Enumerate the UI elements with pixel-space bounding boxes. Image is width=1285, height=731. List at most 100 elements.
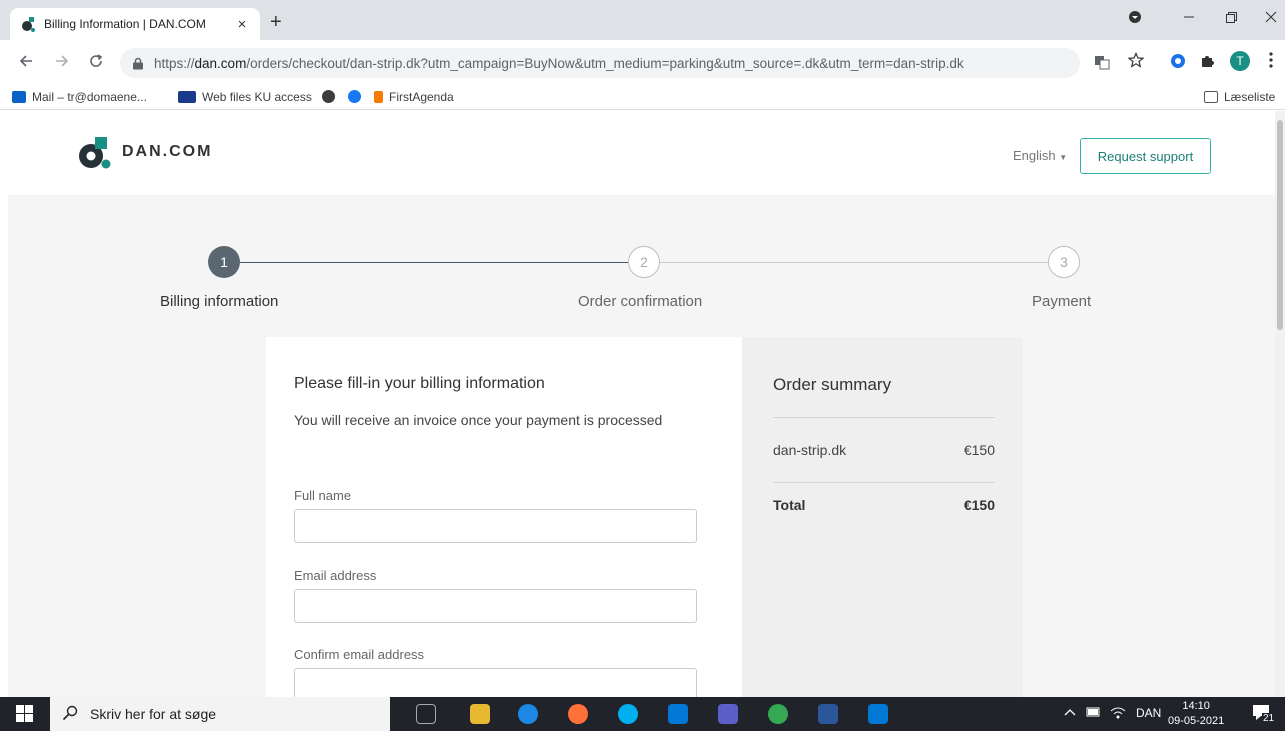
word-icon[interactable] <box>818 704 838 724</box>
logo-text: DAN.COM <box>122 143 213 160</box>
scrollbar-thumb[interactable] <box>1277 120 1283 330</box>
summary-divider <box>773 482 995 483</box>
full-name-input[interactable] <box>294 509 697 543</box>
task-view-icon[interactable] <box>416 704 436 724</box>
new-tab-button[interactable]: + <box>270 12 282 32</box>
wifi-icon[interactable] <box>1110 706 1126 723</box>
step-1-label: Billing information <box>160 293 279 310</box>
confirm-email-label: Confirm email address <box>294 647 425 662</box>
taskbar-search[interactable]: Skriv her for at søge <box>50 697 390 731</box>
browser-tab[interactable]: Billing Information | DAN.COM × <box>10 8 260 40</box>
forward-icon[interactable] <box>54 53 70 74</box>
step-2-indicator: 2 <box>628 246 660 278</box>
back-icon[interactable] <box>18 53 34 74</box>
email-label: Email address <box>294 568 377 583</box>
outlook-taskbar-icon[interactable] <box>868 704 888 724</box>
step-progress-line-pending <box>660 262 1048 263</box>
notification-count: 21 <box>1262 713 1276 724</box>
language-selector[interactable]: English ▼ <box>1013 148 1067 163</box>
taskbar-clock[interactable]: 14:10 09-05-2021 <box>1168 699 1224 729</box>
item-name: dan-strip.dk <box>773 442 847 458</box>
close-window-icon[interactable] <box>1264 10 1278 27</box>
bookmark-star-icon[interactable] <box>1127 52 1145 73</box>
bookmark-web-files[interactable]: Web files KU access <box>178 90 312 104</box>
tab-title: Billing Information | DAN.COM <box>44 17 206 31</box>
bookmark-facebook[interactable] <box>348 90 367 103</box>
firstagenda-icon <box>374 91 383 103</box>
tab-close-icon[interactable]: × <box>234 16 250 33</box>
file-explorer-icon[interactable] <box>470 704 490 724</box>
restore-icon[interactable] <box>1224 10 1238 27</box>
item-price: €150 <box>963 442 995 458</box>
internet-explorer-icon[interactable] <box>518 704 538 724</box>
step-2-label: Order confirmation <box>578 293 703 310</box>
confirm-email-input[interactable] <box>294 668 697 697</box>
step-3-label: Payment <box>1032 293 1092 310</box>
caret-down-icon: ▼ <box>1059 153 1068 162</box>
browser-tabstrip: Billing Information | DAN.COM × + <box>0 0 1285 40</box>
reading-list-icon <box>1204 91 1218 103</box>
bookmark-label: Mail – tr@domaene... <box>32 90 147 104</box>
bookmark-mail[interactable]: Mail – tr@domaene... <box>12 90 147 104</box>
teams-icon[interactable] <box>718 704 738 724</box>
menu-kebab-icon[interactable] <box>1268 51 1274 74</box>
summary-total-row: Total €150 <box>773 497 995 513</box>
step-progress-line <box>240 262 628 263</box>
clock-date: 09-05-2021 <box>1168 715 1225 727</box>
billing-form: Please fill-in your billing information … <box>266 337 742 697</box>
step-1-indicator: 1 <box>208 246 240 278</box>
chrome-icon[interactable] <box>768 704 788 724</box>
checkout-content: 1 2 3 Billing information Order confirma… <box>8 195 1275 697</box>
reading-list[interactable]: Læseliste <box>1204 90 1275 104</box>
windows-start-icon[interactable] <box>16 705 36 725</box>
battery-icon[interactable] <box>1086 706 1102 721</box>
skype-icon[interactable] <box>618 704 638 724</box>
url-scheme: https:// <box>154 55 195 71</box>
form-subtitle: You will receive an invoice once your pa… <box>294 412 663 428</box>
bookmark-label: Web files KU access <box>202 90 312 104</box>
profile-avatar[interactable]: T <box>1230 51 1250 71</box>
extensions-puzzle-icon[interactable] <box>1200 53 1216 74</box>
browser-toolbar: https://dan.com/orders/checkout/dan-stri… <box>0 40 1285 86</box>
bookmark-globe[interactable] <box>322 90 341 103</box>
summary-item-row: dan-strip.dk €150 <box>773 442 995 458</box>
skype-business-icon[interactable] <box>668 704 688 724</box>
lock-icon <box>132 57 144 70</box>
bookmark-firstagenda[interactable]: FirstAgenda <box>374 90 454 104</box>
globe-icon <box>322 90 335 103</box>
extension-shield-icon[interactable] <box>1170 53 1186 74</box>
total-price: €150 <box>963 497 995 513</box>
bookmark-label: FirstAgenda <box>389 90 454 104</box>
full-name-label: Full name <box>294 488 352 503</box>
address-bar[interactable]: https://dan.com/orders/checkout/dan-stri… <box>120 48 1080 78</box>
translate-icon[interactable] <box>1094 54 1110 75</box>
dan-logo[interactable]: DAN.COM <box>78 135 212 169</box>
tray-expand-icon[interactable] <box>1064 706 1076 720</box>
bookmarks-bar: Mail – tr@domaene... Web files KU access… <box>0 86 1285 110</box>
url-path: /orders/checkout/dan-strip.dk?utm_campai… <box>246 55 964 71</box>
search-placeholder: Skriv her for at søge <box>90 706 217 722</box>
profile-indicator-icon[interactable] <box>1128 10 1142 27</box>
web-page: DAN.COM English ▼ Request support 1 2 3 … <box>0 111 1275 697</box>
input-language[interactable]: DAN <box>1136 706 1161 720</box>
order-summary: Order summary dan-strip.dk €150 Total €1… <box>742 337 1023 697</box>
reload-icon[interactable] <box>88 53 104 74</box>
dan-favicon-icon <box>20 16 36 32</box>
total-label: Total <box>773 497 806 513</box>
email-input[interactable] <box>294 589 697 623</box>
minimize-icon[interactable] <box>1182 10 1196 27</box>
reading-list-label: Læseliste <box>1224 90 1276 104</box>
dan-logo-icon <box>78 135 112 169</box>
summary-divider <box>773 417 995 418</box>
windows-taskbar: Skriv her for at søge DAN 14:10 09-05-20… <box>0 697 1285 731</box>
summary-title: Order summary <box>773 375 892 394</box>
url-host: dan.com <box>194 55 247 71</box>
facebook-icon <box>348 90 361 103</box>
step-3-indicator: 3 <box>1048 246 1080 278</box>
language-label: English <box>1013 148 1056 163</box>
request-support-button[interactable]: Request support <box>1080 138 1211 174</box>
firefox-icon[interactable] <box>568 704 588 724</box>
site-header: DAN.COM English ▼ Request support <box>0 111 1275 195</box>
outlook-icon <box>12 91 26 103</box>
form-title: Please fill-in your billing information <box>294 375 545 392</box>
